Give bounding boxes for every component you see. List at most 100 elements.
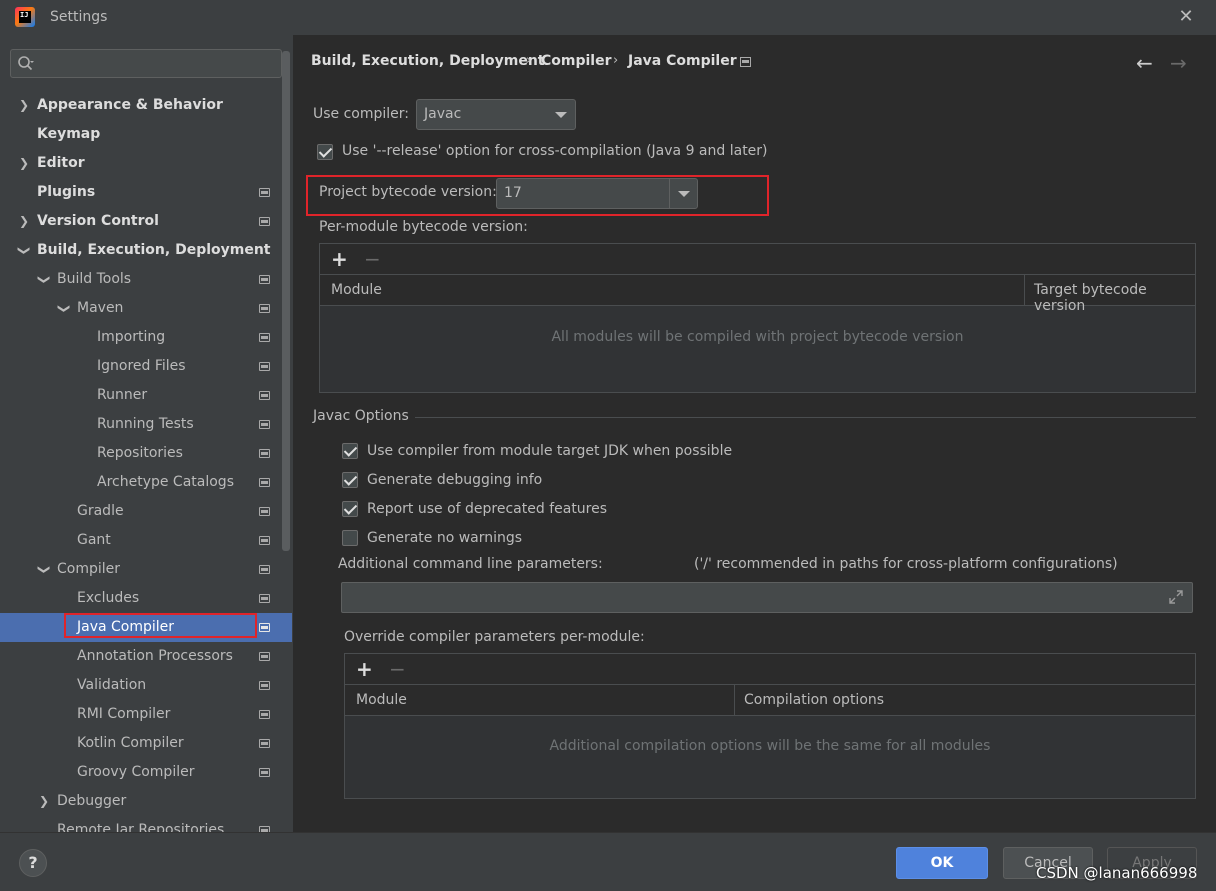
debugging-info-checkbox[interactable] bbox=[342, 472, 358, 488]
no-warnings-checkbox[interactable] bbox=[342, 530, 358, 546]
sidebar-item-annotation-processors[interactable]: Annotation Processors bbox=[0, 642, 292, 671]
sidebar-item-build-tools[interactable]: ❯ Build Tools bbox=[0, 265, 292, 294]
use-module-jdk-label: Use compiler from module target JDK when… bbox=[367, 443, 733, 459]
debugging-info-label: Generate debugging info bbox=[367, 472, 543, 488]
sidebar-item-maven[interactable]: ❯ Maven bbox=[0, 294, 292, 323]
cmdline-hint: ('/' recommended in paths for cross-plat… bbox=[694, 556, 1118, 572]
project-scope-icon bbox=[259, 536, 270, 545]
chevron-down-icon bbox=[678, 191, 690, 197]
sidebar-item-compiler[interactable]: ❯ Compiler bbox=[0, 555, 292, 584]
sidebar-item-label: Archetype Catalogs bbox=[97, 474, 234, 490]
title-bar: IJ Settings ✕ bbox=[0, 0, 1216, 35]
sidebar-item-label: Validation bbox=[77, 677, 147, 693]
release-option-checkbox[interactable] bbox=[317, 144, 333, 160]
forward-arrow-icon[interactable]: → bbox=[1170, 51, 1187, 75]
chevron-right-icon: ❯ bbox=[18, 98, 30, 112]
per-module-label: Per-module bytecode version: bbox=[319, 219, 528, 235]
project-scope-icon bbox=[259, 623, 270, 632]
sidebar-item-remote-jar-repositories[interactable]: Remote Jar Repositories bbox=[0, 816, 292, 832]
sidebar-item-groovy-compiler[interactable]: Groovy Compiler bbox=[0, 758, 292, 787]
sidebar-item-appearance-behavior[interactable]: ❯ Appearance & Behavior bbox=[0, 91, 292, 120]
search-icon bbox=[18, 56, 34, 71]
use-compiler-label: Use compiler: bbox=[313, 106, 410, 122]
search-input[interactable] bbox=[10, 49, 282, 78]
sidebar-item-build-execution-deployment[interactable]: ❯ Build, Execution, Deployment bbox=[0, 236, 292, 265]
sidebar-item-ignored-files[interactable]: Ignored Files bbox=[0, 352, 292, 381]
sidebar-item-keymap[interactable]: Keymap bbox=[0, 120, 292, 149]
sidebar-item-label: Appearance & Behavior bbox=[37, 97, 223, 113]
sidebar-item-label: Gradle bbox=[77, 503, 124, 519]
sidebar-item-gant[interactable]: Gant bbox=[0, 526, 292, 555]
no-warnings-label: Generate no warnings bbox=[367, 530, 523, 546]
sidebar-item-archetype-catalogs[interactable]: Archetype Catalogs bbox=[0, 468, 292, 497]
add-icon[interactable]: + bbox=[356, 657, 373, 681]
chevron-down-icon: ❯ bbox=[17, 245, 32, 256]
project-scope-icon bbox=[259, 333, 270, 342]
project-scope-icon bbox=[259, 652, 270, 661]
remove-icon[interactable]: − bbox=[389, 657, 406, 681]
window-title: Settings bbox=[50, 9, 108, 25]
sidebar-item-label: Version Control bbox=[37, 213, 159, 229]
use-module-jdk-checkbox[interactable] bbox=[342, 443, 358, 459]
ok-button[interactable]: OK bbox=[896, 847, 988, 879]
settings-sidebar: ❯ Appearance & Behavior Keymap ❯ Editor … bbox=[0, 35, 293, 832]
deprecated-features-checkbox[interactable] bbox=[342, 501, 358, 517]
sidebar-item-label: Gant bbox=[77, 532, 111, 548]
empty-table-text: Additional compilation options will be t… bbox=[549, 738, 991, 754]
column-header-module[interactable]: Module bbox=[331, 282, 382, 298]
add-icon[interactable]: + bbox=[331, 247, 348, 271]
project-bytecode-select[interactable]: 17 bbox=[496, 178, 698, 209]
table-header: Module Compilation options bbox=[345, 685, 1195, 716]
sidebar-item-label: Kotlin Compiler bbox=[77, 735, 184, 751]
breadcrumb-item[interactable]: Compiler bbox=[541, 53, 612, 69]
use-compiler-value: Javac bbox=[424, 106, 462, 122]
javac-options-title: Javac Options bbox=[313, 408, 409, 424]
breadcrumb-separator: › bbox=[526, 53, 532, 68]
project-scope-icon bbox=[259, 391, 270, 400]
project-scope-icon bbox=[259, 739, 270, 748]
table-toolbar: + − bbox=[320, 244, 1195, 275]
release-option-label: Use '--release' option for cross-compila… bbox=[342, 143, 768, 159]
chevron-down-icon: ❯ bbox=[37, 564, 52, 575]
breadcrumb-item[interactable]: Build, Execution, Deployment bbox=[311, 53, 545, 69]
column-header-module[interactable]: Module bbox=[356, 692, 407, 708]
close-icon[interactable]: ✕ bbox=[1176, 6, 1196, 28]
help-icon[interactable]: ? bbox=[19, 849, 47, 877]
cmdline-input[interactable] bbox=[341, 582, 1193, 613]
sidebar-item-importing[interactable]: Importing bbox=[0, 323, 292, 352]
project-scope-icon bbox=[259, 594, 270, 603]
sidebar-item-gradle[interactable]: Gradle bbox=[0, 497, 292, 526]
sidebar-item-repositories[interactable]: Repositories bbox=[0, 439, 292, 468]
back-arrow-icon[interactable]: ← bbox=[1136, 51, 1153, 75]
column-divider[interactable] bbox=[734, 685, 735, 716]
expand-icon[interactable] bbox=[1168, 589, 1184, 605]
sidebar-item-editor[interactable]: ❯ Editor bbox=[0, 149, 292, 178]
sidebar-item-rmi-compiler[interactable]: RMI Compiler bbox=[0, 700, 292, 729]
column-header-compilation-options[interactable]: Compilation options bbox=[744, 692, 884, 708]
column-divider[interactable] bbox=[1024, 275, 1025, 306]
project-scope-icon bbox=[259, 449, 270, 458]
chevron-down-icon bbox=[555, 112, 567, 118]
chevron-right-icon: ❯ bbox=[38, 794, 50, 808]
sidebar-item-kotlin-compiler[interactable]: Kotlin Compiler bbox=[0, 729, 292, 758]
sidebar-item-version-control[interactable]: ❯ Version Control bbox=[0, 207, 292, 236]
project-scope-icon bbox=[259, 275, 270, 284]
use-compiler-select[interactable]: Javac bbox=[416, 99, 576, 130]
settings-content: Build, Execution, Deployment › Compiler … bbox=[293, 35, 1216, 832]
sidebar-item-label: Remote Jar Repositories bbox=[57, 822, 225, 832]
sidebar-item-debugger[interactable]: ❯ Debugger bbox=[0, 787, 292, 816]
empty-table-text: All modules will be compiled with projec… bbox=[551, 329, 964, 345]
sidebar-item-label: Keymap bbox=[37, 126, 101, 142]
sidebar-item-plugins[interactable]: Plugins bbox=[0, 178, 292, 207]
column-header-target-bytecode[interactable]: Target bytecode version bbox=[1034, 282, 1195, 314]
sidebar-item-running-tests[interactable]: Running Tests bbox=[0, 410, 292, 439]
sidebar-item-runner[interactable]: Runner bbox=[0, 381, 292, 410]
breadcrumb-item: Java Compiler bbox=[628, 53, 737, 69]
sidebar-item-validation[interactable]: Validation bbox=[0, 671, 292, 700]
project-scope-icon bbox=[259, 507, 270, 516]
project-scope-icon bbox=[259, 420, 270, 429]
sidebar-item-excludes[interactable]: Excludes bbox=[0, 584, 292, 613]
table-toolbar: + − bbox=[345, 654, 1195, 685]
remove-icon[interactable]: − bbox=[364, 247, 381, 271]
project-scope-icon bbox=[259, 188, 270, 197]
